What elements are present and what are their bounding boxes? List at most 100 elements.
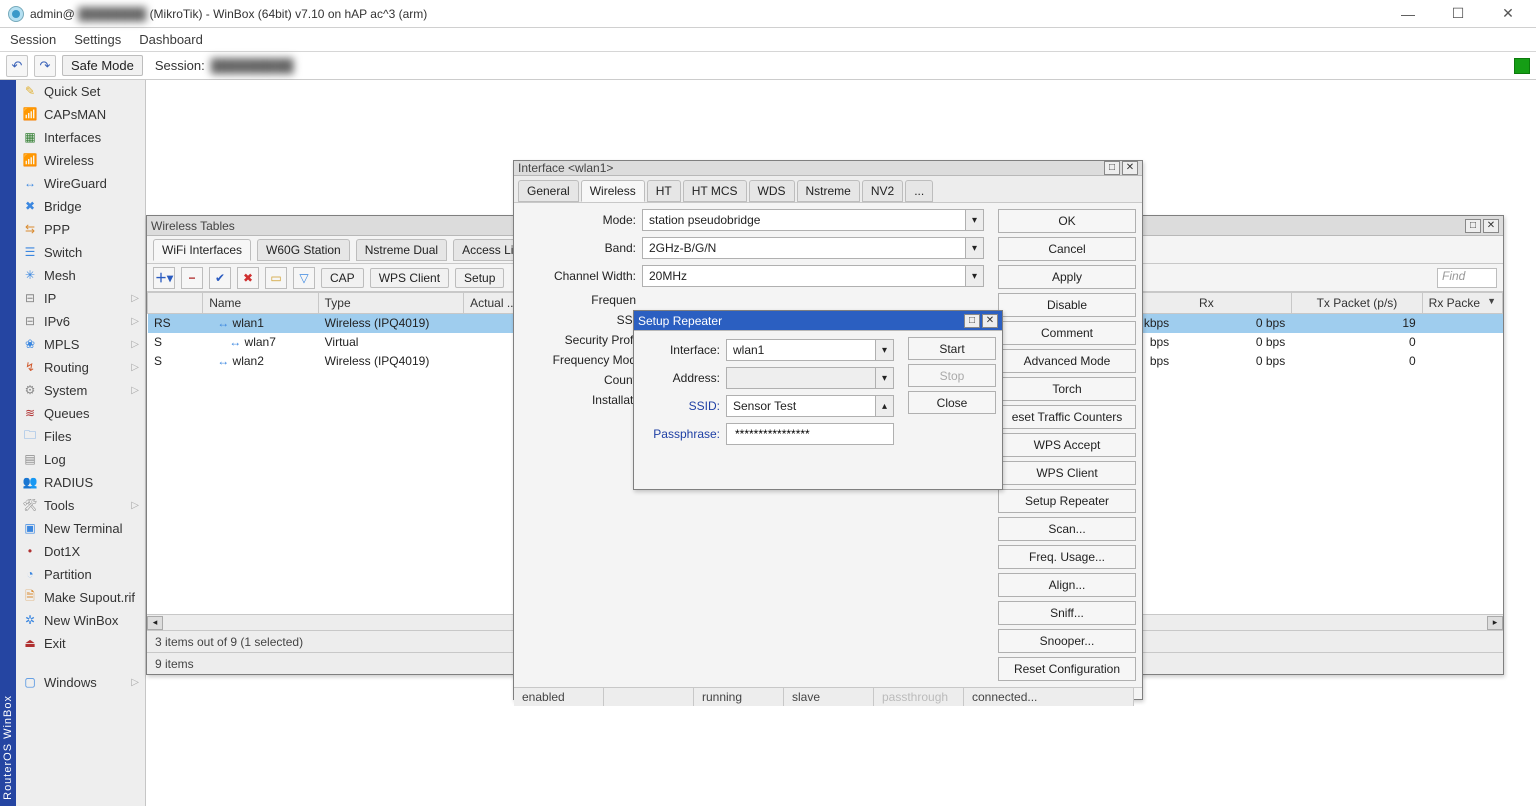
action-button[interactable]: WPS Accept bbox=[998, 433, 1136, 457]
tab-w60g-station[interactable]: W60G Station bbox=[257, 239, 350, 261]
col-flags[interactable] bbox=[148, 293, 203, 314]
form-field[interactable]: station pseudobridge bbox=[642, 209, 966, 231]
sidebar-item[interactable]: ❀MPLS▷ bbox=[16, 333, 145, 356]
find-input[interactable]: Find bbox=[1437, 268, 1497, 288]
window-restore-icon[interactable]: □ bbox=[964, 314, 980, 328]
redo-button[interactable]: ↷ bbox=[34, 55, 56, 77]
action-button[interactable]: WPS Client bbox=[998, 461, 1136, 485]
tab-nstreme-dual[interactable]: Nstreme Dual bbox=[356, 239, 447, 261]
sidebar-item[interactable]: ≋Queues bbox=[16, 402, 145, 425]
remove-button[interactable]: − bbox=[181, 267, 203, 289]
interface-tab[interactable]: ... bbox=[905, 180, 933, 202]
sidebar-item[interactable]: ▣New Terminal bbox=[16, 517, 145, 540]
dropdown-icon[interactable]: ▾ bbox=[966, 209, 984, 231]
col-rx-packet[interactable]: Rx Packe▼ bbox=[1422, 293, 1502, 314]
address-field[interactable] bbox=[726, 367, 876, 389]
interface-tab[interactable]: Wireless bbox=[581, 180, 645, 202]
maximize-button[interactable]: ☐ bbox=[1438, 0, 1478, 28]
action-button[interactable]: Sniff... bbox=[998, 601, 1136, 625]
col-rx[interactable]: Rx bbox=[1121, 293, 1292, 314]
action-button[interactable]: Reset Configuration bbox=[998, 657, 1136, 681]
sidebar-item[interactable]: ✲New WinBox bbox=[16, 609, 145, 632]
action-button[interactable]: Cancel bbox=[998, 237, 1136, 261]
interface-field[interactable]: wlan1 bbox=[726, 339, 876, 361]
disable-button[interactable]: ✖ bbox=[237, 267, 259, 289]
sidebar-item[interactable]: ⏏Exit bbox=[16, 632, 145, 655]
add-button[interactable]: ＋▾ bbox=[153, 267, 175, 289]
sidebar-item[interactable]: 👥RADIUS bbox=[16, 471, 145, 494]
sidebar-item[interactable]: 🗎Make Supout.rif bbox=[16, 586, 145, 609]
action-button[interactable]: Scan... bbox=[998, 517, 1136, 541]
form-field[interactable]: 2GHz-B/G/N bbox=[642, 237, 966, 259]
action-button[interactable]: Setup Repeater bbox=[998, 489, 1136, 513]
window-close-icon[interactable]: ✕ bbox=[1483, 219, 1499, 233]
passphrase-input[interactable] bbox=[733, 426, 887, 442]
safe-mode-button[interactable]: Safe Mode bbox=[62, 55, 143, 76]
sidebar-item[interactable]: •Dot1X bbox=[16, 540, 145, 563]
window-close-icon[interactable]: ✕ bbox=[1122, 161, 1138, 175]
interface-tab[interactable]: NV2 bbox=[862, 180, 903, 202]
stop-button[interactable]: Stop bbox=[908, 364, 996, 387]
interface-tab[interactable]: WDS bbox=[749, 180, 795, 202]
window-restore-icon[interactable]: □ bbox=[1465, 219, 1481, 233]
sidebar-item[interactable]: ↔WireGuard bbox=[16, 172, 145, 195]
dropdown-icon[interactable]: ▾ bbox=[876, 367, 894, 389]
action-button[interactable]: Align... bbox=[998, 573, 1136, 597]
window-restore-icon[interactable]: □ bbox=[1104, 161, 1120, 175]
menu-settings[interactable]: Settings bbox=[74, 32, 121, 47]
col-tx-packet[interactable]: Tx Packet (p/s) bbox=[1292, 293, 1422, 314]
action-button[interactable]: Advanced Mode bbox=[998, 349, 1136, 373]
scroll-right-icon[interactable]: ▸ bbox=[1487, 616, 1503, 630]
scroll-left-icon[interactable]: ◂ bbox=[147, 616, 163, 630]
sidebar-item[interactable]: ⇆PPP bbox=[16, 218, 145, 241]
sidebar-item[interactable]: 🛠Tools▷ bbox=[16, 494, 145, 517]
dropdown-icon[interactable]: ▾ bbox=[966, 237, 984, 259]
action-button[interactable]: Torch bbox=[998, 377, 1136, 401]
minimize-button[interactable]: — bbox=[1388, 0, 1428, 28]
enable-button[interactable]: ✔ bbox=[209, 267, 231, 289]
sidebar-item[interactable]: ✳Mesh bbox=[16, 264, 145, 287]
form-field[interactable]: 20MHz bbox=[642, 265, 966, 287]
action-button[interactable]: Snooper... bbox=[998, 629, 1136, 653]
action-button[interactable]: Apply bbox=[998, 265, 1136, 289]
action-button[interactable]: eset Traffic Counters bbox=[998, 405, 1136, 429]
filter-button[interactable]: ▽ bbox=[293, 267, 315, 289]
dropdown-icon[interactable]: ▾ bbox=[876, 339, 894, 361]
setup-button[interactable]: Setup bbox=[455, 268, 504, 288]
close-button[interactable]: Close bbox=[908, 391, 996, 414]
undo-button[interactable]: ↶ bbox=[6, 55, 28, 77]
interface-tab[interactable]: Nstreme bbox=[797, 180, 860, 202]
wps-client-button[interactable]: WPS Client bbox=[370, 268, 449, 288]
cap-button[interactable]: CAP bbox=[321, 268, 364, 288]
interface-titlebar[interactable]: Interface <wlan1> □ ✕ bbox=[514, 161, 1142, 176]
action-button[interactable]: Comment bbox=[998, 321, 1136, 345]
sidebar-item[interactable]: ↯Routing▷ bbox=[16, 356, 145, 379]
passphrase-field[interactable] bbox=[726, 423, 894, 445]
close-button[interactable]: ✕ bbox=[1488, 0, 1528, 28]
sidebar-item[interactable]: ◔Partition bbox=[16, 563, 145, 586]
sidebar-item[interactable]: ✎Quick Set bbox=[16, 80, 145, 103]
comment-button[interactable]: ▭ bbox=[265, 267, 287, 289]
interface-tab[interactable]: HT MCS bbox=[683, 180, 747, 202]
ssid-field[interactable]: Sensor Test bbox=[726, 395, 876, 417]
action-button[interactable]: Disable bbox=[998, 293, 1136, 317]
collapse-up-icon[interactable]: ▴ bbox=[876, 395, 894, 417]
action-button[interactable]: OK bbox=[998, 209, 1136, 233]
sidebar-item[interactable]: ▦Interfaces bbox=[16, 126, 145, 149]
sidebar-item[interactable]: ⚙System▷ bbox=[16, 379, 145, 402]
menu-session[interactable]: Session bbox=[10, 32, 56, 47]
sidebar-item[interactable]: ⊟IPv6▷ bbox=[16, 310, 145, 333]
sidebar-item[interactable]: ▢Windows▷ bbox=[16, 671, 145, 694]
sidebar-item[interactable]: 📶CAPsMAN bbox=[16, 103, 145, 126]
menu-dashboard[interactable]: Dashboard bbox=[139, 32, 203, 47]
setup-repeater-titlebar[interactable]: Setup Repeater □ ✕ bbox=[634, 311, 1002, 331]
sidebar-item[interactable]: ▤Log bbox=[16, 448, 145, 471]
col-name[interactable]: Name bbox=[203, 293, 318, 314]
sidebar-item[interactable]: ☰Switch bbox=[16, 241, 145, 264]
col-type[interactable]: Type bbox=[318, 293, 464, 314]
sidebar-item[interactable]: ✖Bridge bbox=[16, 195, 145, 218]
interface-tab[interactable]: General bbox=[518, 180, 579, 202]
sidebar-item[interactable]: ⊟IP▷ bbox=[16, 287, 145, 310]
start-button[interactable]: Start bbox=[908, 337, 996, 360]
action-button[interactable]: Freq. Usage... bbox=[998, 545, 1136, 569]
